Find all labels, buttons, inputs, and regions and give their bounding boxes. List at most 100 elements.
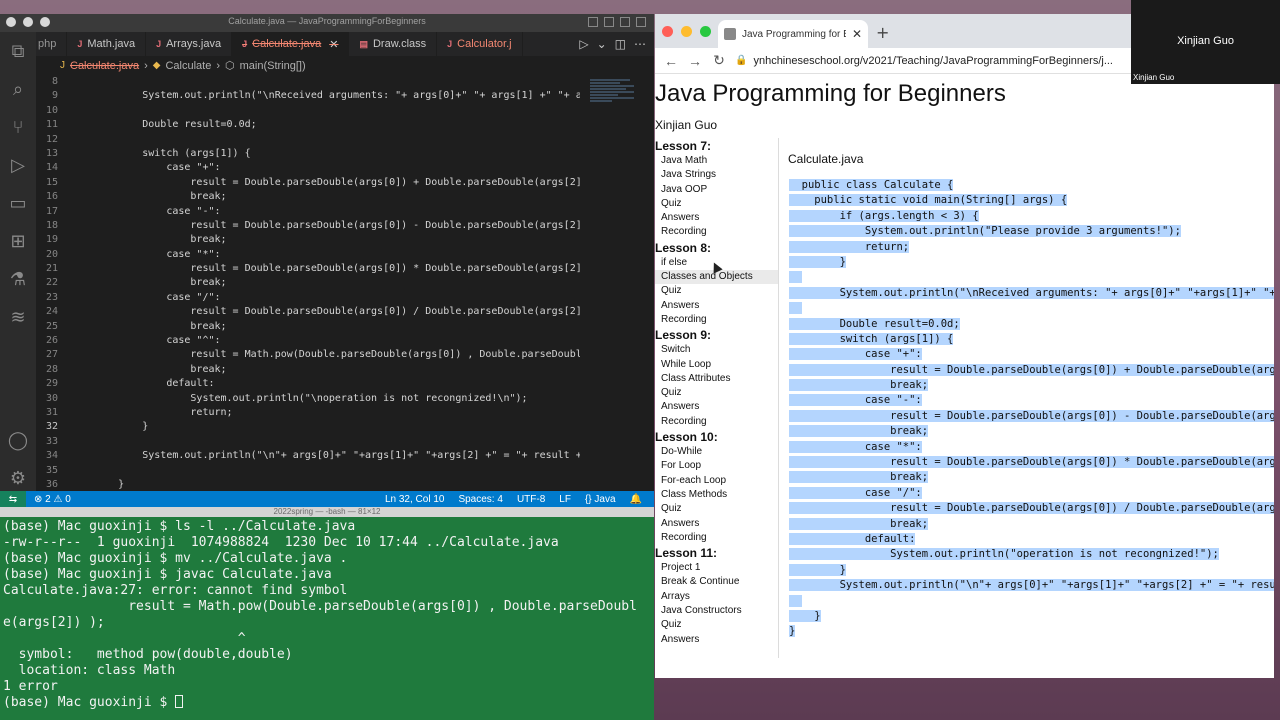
new-tab-icon[interactable]: + xyxy=(876,23,889,42)
sidebar-link[interactable]: Answers xyxy=(655,633,778,647)
sidebar-link[interactable]: Break & Continue xyxy=(655,575,778,589)
sidebar-link[interactable]: Recording xyxy=(655,225,778,239)
code-line[interactable]: 33 xyxy=(36,435,580,449)
close-tab-icon[interactable]: ✕ xyxy=(852,27,862,41)
sidebar-link[interactable]: For Loop xyxy=(655,459,778,473)
minimize-window-button[interactable] xyxy=(681,26,692,37)
reload-icon[interactable]: ↻ xyxy=(711,52,727,69)
sidebar-link[interactable]: Recording xyxy=(655,531,778,545)
breadcrumb-method[interactable]: main(String[]) xyxy=(240,60,306,72)
cursor-position[interactable]: Ln 32, Col 10 xyxy=(385,494,445,505)
source-control-icon[interactable]: ⑂ xyxy=(0,108,36,146)
code-line[interactable]: 29 default: xyxy=(36,377,580,391)
code-line[interactable]: 15 result = Double.parseDouble(args[0]) … xyxy=(36,176,580,190)
more-actions-icon[interactable]: ⋯ xyxy=(634,37,646,51)
extensions-icon[interactable]: ⊞ xyxy=(0,222,36,260)
tab-math-java[interactable]: J Math.java xyxy=(67,32,147,56)
docker-icon[interactable]: ≋ xyxy=(0,298,36,336)
sidebar-link[interactable]: Arrays xyxy=(655,590,778,604)
search-icon[interactable]: ⌕ xyxy=(0,70,36,108)
sidebar-link[interactable]: Quiz xyxy=(655,197,778,211)
toggle-panel-icon[interactable] xyxy=(604,17,614,27)
code-line[interactable]: 28 break; xyxy=(36,363,580,377)
terminal-output[interactable]: (base) Mac guoxinji $ ls -l ../Calculate… xyxy=(0,517,654,713)
code-line[interactable]: 13 switch (args[1]) { xyxy=(36,147,580,161)
toggle-secondary-sidebar-icon[interactable] xyxy=(620,17,630,27)
code-line[interactable]: 21 result = Double.parseDouble(args[0]) … xyxy=(36,262,580,276)
code-line[interactable]: 18 result = Double.parseDouble(args[0]) … xyxy=(36,219,580,233)
sidebar-link[interactable]: Java Math xyxy=(655,154,778,168)
code-line[interactable]: 35 xyxy=(36,464,580,478)
code-editor[interactable]: 8 9 System.out.println("\nReceived argume… xyxy=(36,75,580,497)
forward-icon[interactable]: → xyxy=(687,53,703,69)
bell-icon[interactable]: 🔔 xyxy=(630,494,642,505)
code-line[interactable]: 22 break; xyxy=(36,276,580,290)
sidebar-link[interactable]: Quiz xyxy=(655,386,778,400)
code-line[interactable]: 14 case "+": xyxy=(36,161,580,175)
browser-tab[interactable]: Java Programming for Beginners ✕ xyxy=(718,20,868,48)
chevron-down-icon[interactable]: ⌄ xyxy=(597,37,607,51)
sidebar-link[interactable]: Answers xyxy=(655,299,778,313)
sidebar-link[interactable]: Answers xyxy=(655,211,778,225)
split-editor-icon[interactable]: ◫ xyxy=(615,37,626,51)
code-block[interactable]: public class Calculate { public static v… xyxy=(789,178,1274,640)
code-line[interactable]: 17 case "-": xyxy=(36,205,580,219)
remote-indicator-icon[interactable]: ⇆ xyxy=(0,491,26,507)
remote-explorer-icon[interactable]: ▭ xyxy=(0,184,36,222)
close-window-button[interactable] xyxy=(662,26,673,37)
tab-php[interactable]: php xyxy=(36,32,68,56)
tab-draw-class[interactable]: ▤ Draw.class xyxy=(349,32,438,56)
code-line[interactable]: 8 xyxy=(36,75,580,89)
run-icon[interactable]: ▷ xyxy=(579,37,588,51)
run-debug-icon[interactable]: ▷ xyxy=(0,146,36,184)
sidebar-link[interactable]: Project 1 xyxy=(655,561,778,575)
code-line[interactable]: 31 return; xyxy=(36,406,580,420)
code-line[interactable]: 30 System.out.println("\noperation is no… xyxy=(36,392,580,406)
line-ending[interactable]: LF xyxy=(559,494,571,505)
minimap[interactable] xyxy=(584,75,644,497)
code-line[interactable]: 10 xyxy=(36,104,580,118)
lock-icon[interactable]: 🔒 xyxy=(735,55,747,66)
sidebar-link[interactable]: While Loop xyxy=(655,358,778,372)
explorer-icon[interactable]: ⧉ xyxy=(0,32,36,70)
code-line[interactable]: 9 System.out.println("\nReceived argumen… xyxy=(36,89,580,103)
breadcrumb-class[interactable]: Calculate xyxy=(165,60,211,72)
sidebar-link[interactable]: Do-While xyxy=(655,445,778,459)
problems-count[interactable]: ⊗ 2 ⚠ 0 xyxy=(26,494,71,505)
sidebar-link[interactable]: Quiz xyxy=(655,284,778,298)
code-line[interactable]: 23 case "/": xyxy=(36,291,580,305)
zoom-window-button[interactable] xyxy=(700,26,711,37)
language-mode[interactable]: {} Java xyxy=(585,494,616,505)
code-line[interactable]: 27 result = Math.pow(Double.parseDouble(… xyxy=(36,348,580,362)
code-line[interactable]: 32 } xyxy=(36,420,580,434)
close-tab-icon[interactable]: ✕ xyxy=(329,38,338,51)
back-icon[interactable]: ← xyxy=(663,53,679,69)
code-line[interactable]: 11 Double result=0.0d; xyxy=(36,118,580,132)
code-line[interactable]: 24 result = Double.parseDouble(args[0]) … xyxy=(36,305,580,319)
sidebar-link[interactable]: Switch xyxy=(655,343,778,357)
tab-calculate-java[interactable]: J Calculate.java ✕ xyxy=(232,32,350,56)
sidebar-link[interactable]: Java Constructors xyxy=(655,604,778,618)
sidebar-link[interactable]: Answers xyxy=(655,517,778,531)
sidebar-link[interactable]: Quiz xyxy=(655,502,778,516)
customize-layout-icon[interactable] xyxy=(636,17,646,27)
code-line[interactable]: 26 case "^": xyxy=(36,334,580,348)
indentation[interactable]: Spaces: 4 xyxy=(458,494,502,505)
code-line[interactable]: 20 case "*": xyxy=(36,248,580,262)
code-line[interactable]: 34 System.out.println("\n"+ args[0]+" "+… xyxy=(36,449,580,463)
account-icon[interactable]: ◯ xyxy=(0,421,36,459)
code-line[interactable]: 12 xyxy=(36,133,580,147)
tab-arrays-java[interactable]: J Arrays.java xyxy=(146,32,233,56)
sidebar-link[interactable]: Java OOP xyxy=(655,183,778,197)
code-line[interactable]: 19 break; xyxy=(36,233,580,247)
sidebar-link[interactable]: For-each Loop xyxy=(655,474,778,488)
sidebar-link[interactable]: Java Strings xyxy=(655,168,778,182)
code-line[interactable]: 25 break; xyxy=(36,320,580,334)
sidebar-link[interactable]: Quiz xyxy=(655,618,778,632)
sidebar-link[interactable]: Class Methods xyxy=(655,488,778,502)
sidebar-link[interactable]: Recording xyxy=(655,415,778,429)
testing-icon[interactable]: ⚗ xyxy=(0,260,36,298)
code-line[interactable]: 16 break; xyxy=(36,190,580,204)
breadcrumb-file[interactable]: Calculate.java xyxy=(70,60,139,72)
tab-calculator-java[interactable]: J Calculator.j xyxy=(437,32,523,56)
